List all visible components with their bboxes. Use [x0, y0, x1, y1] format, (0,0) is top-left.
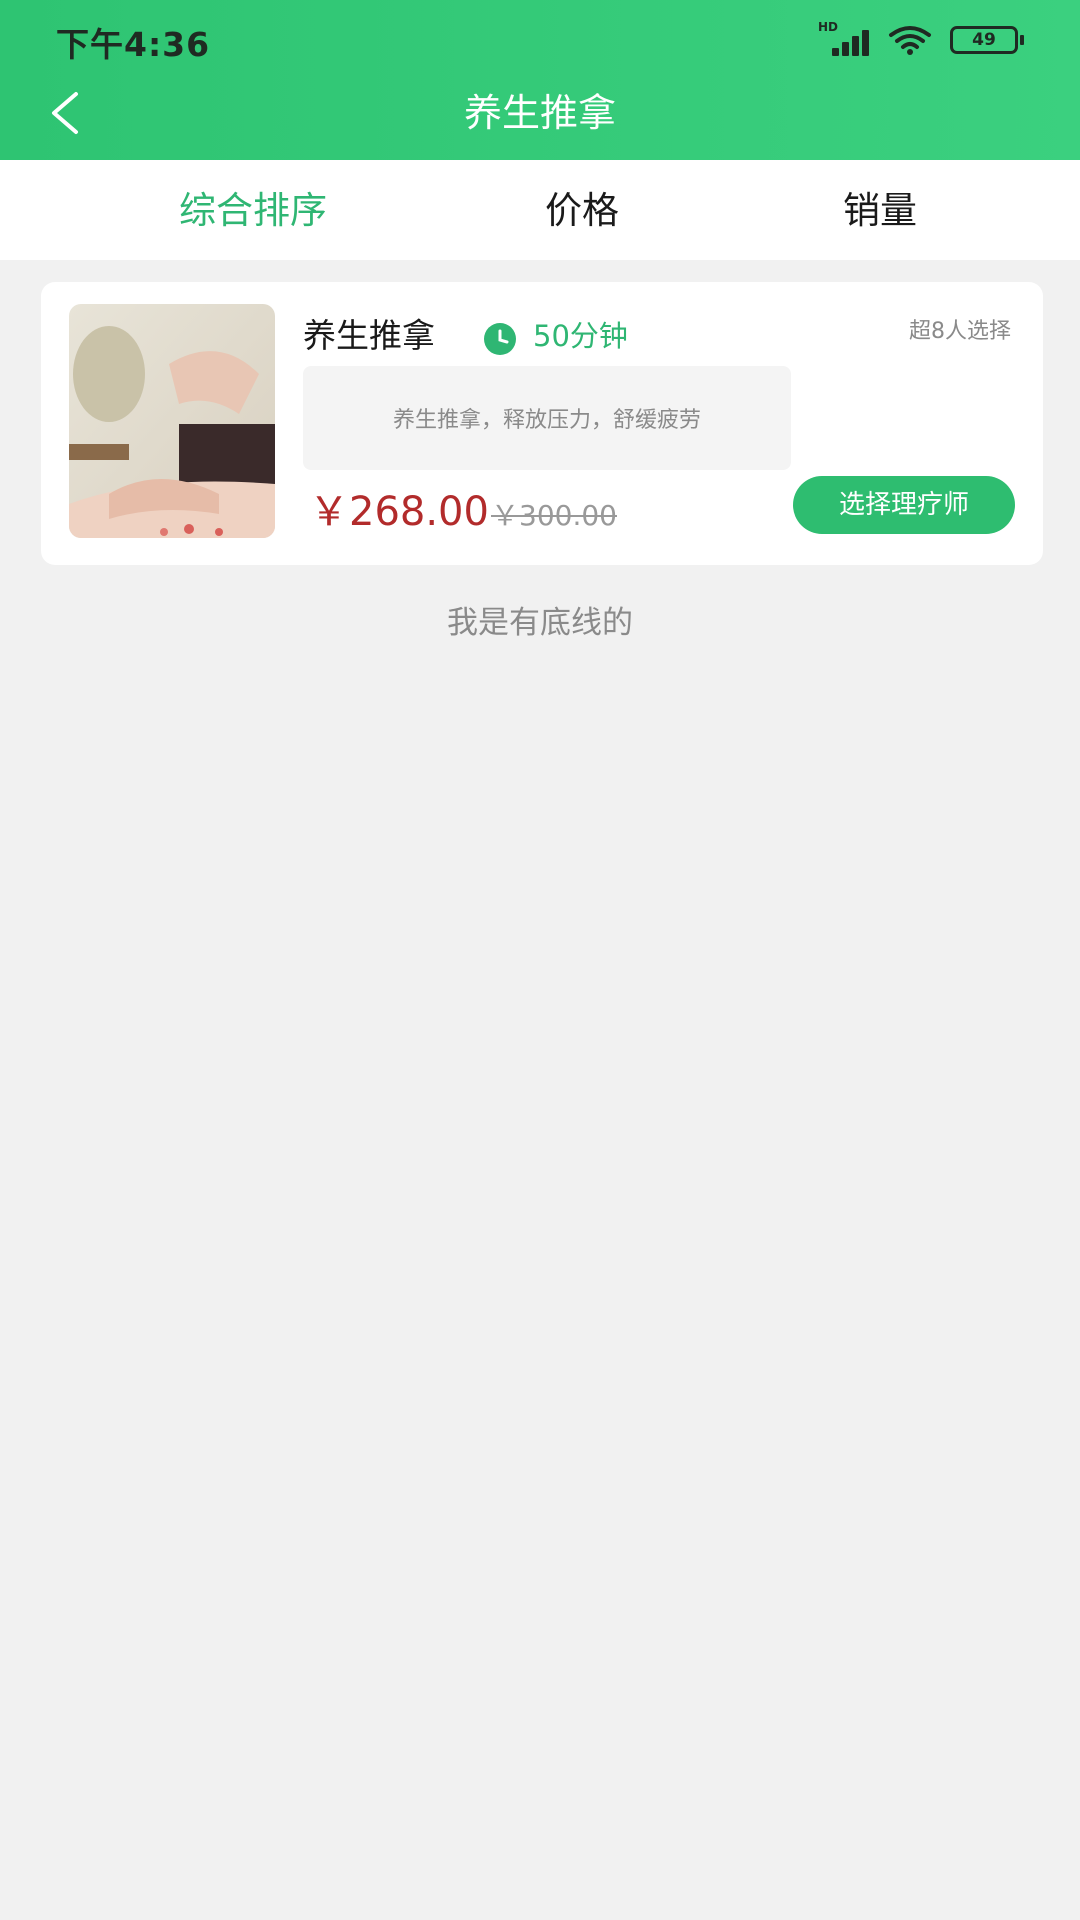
service-card[interactable]: 养生推拿 50分钟 超8人选择 养生推拿，释放压力，舒缓疲劳 ￥268.00 ￥…: [41, 282, 1043, 565]
service-duration: 50分钟: [533, 319, 628, 353]
app-header: 下午4:36 HD 49 养生推拿: [0, 0, 1080, 160]
tab-price[interactable]: 价格: [545, 186, 619, 236]
service-name: 养生推拿: [303, 316, 435, 355]
clock-icon: [484, 323, 516, 355]
service-description: 养生推拿，释放压力，舒缓疲劳: [303, 366, 791, 470]
end-of-list-note: 我是有底线的: [447, 605, 633, 641]
network-label: HD: [818, 20, 839, 34]
service-image[interactable]: [69, 304, 275, 538]
status-icons: HD 49: [818, 20, 1024, 58]
choose-therapist-button[interactable]: 选择理疗师: [793, 476, 1015, 534]
tab-sales[interactable]: 销量: [843, 186, 917, 236]
wifi-icon: [889, 26, 931, 55]
status-time: 下午4:36: [56, 25, 211, 64]
tab-comprehensive-sort[interactable]: 综合排序: [179, 186, 327, 236]
sold-count: 超8人选择: [909, 319, 1011, 344]
original-price: ￥300.00: [491, 499, 617, 532]
signal-icon: HD: [818, 20, 870, 56]
page-title: 养生推拿: [463, 91, 616, 135]
current-price: ￥268.00: [309, 489, 489, 535]
sort-bar: 综合排序 价格 销量: [0, 160, 1080, 260]
battery-icon: 49: [950, 26, 1024, 54]
